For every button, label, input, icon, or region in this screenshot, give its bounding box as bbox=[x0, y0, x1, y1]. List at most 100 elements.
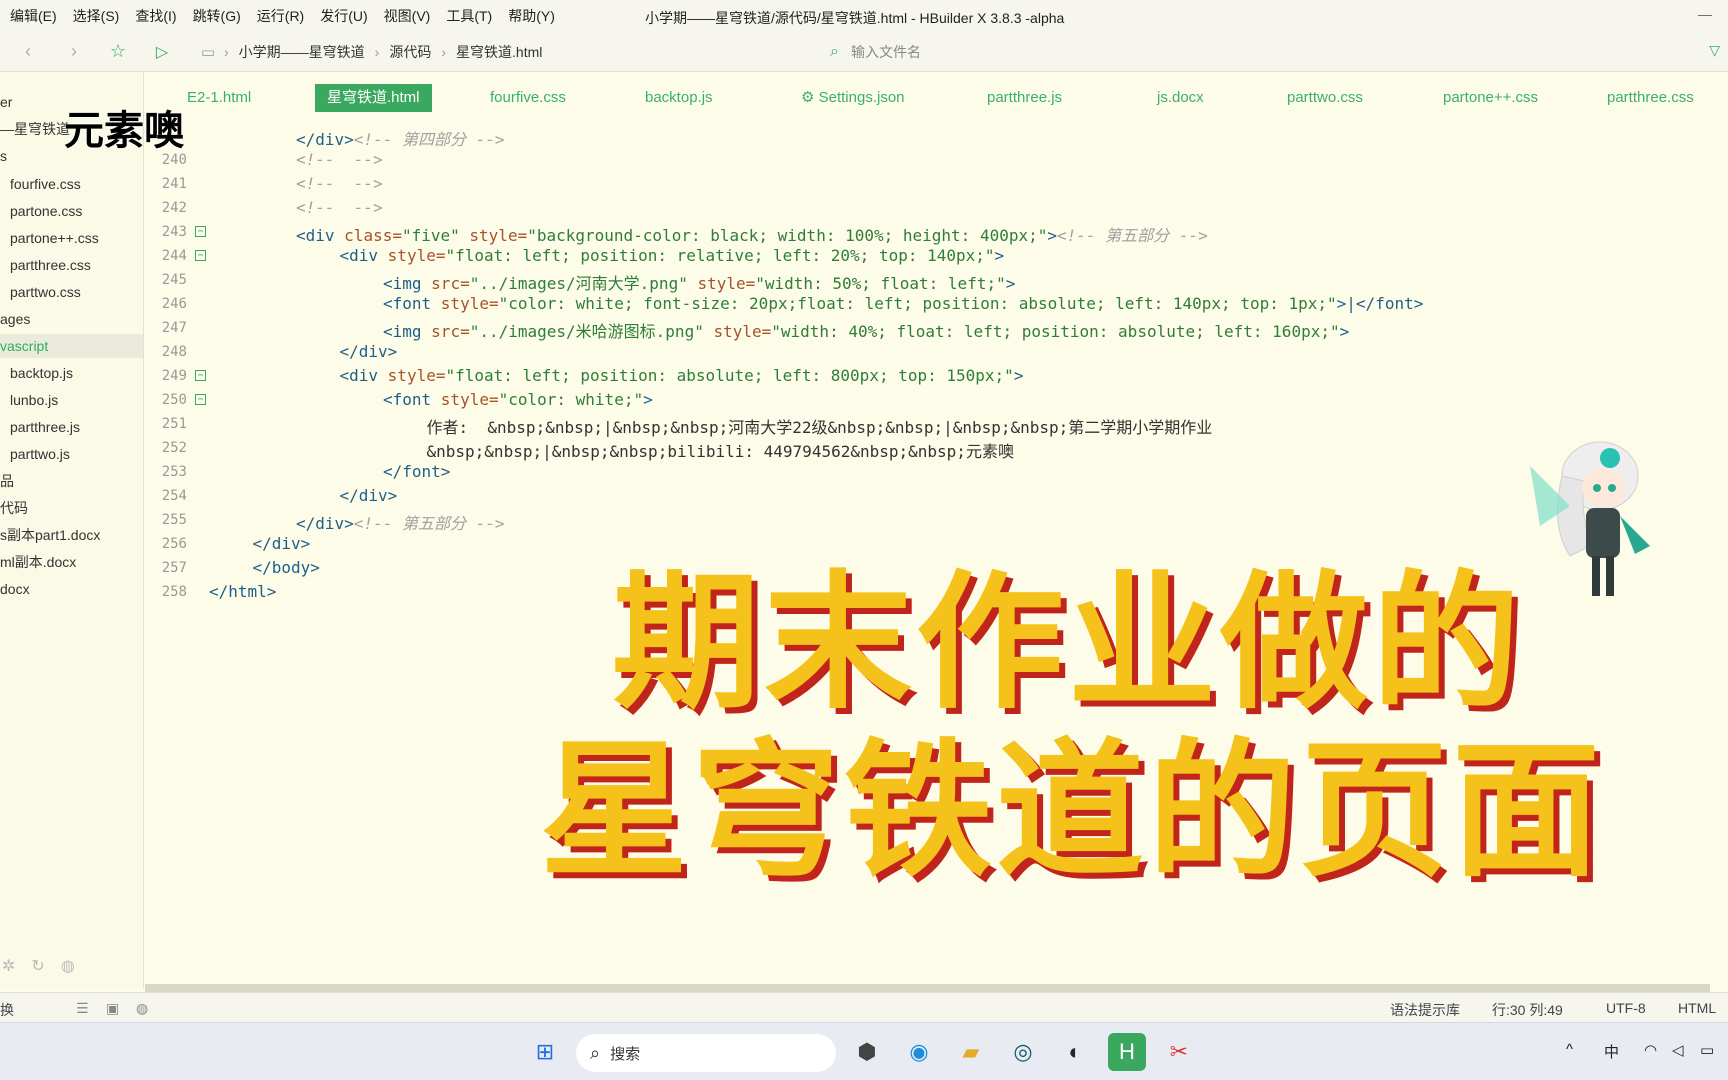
terminal-icon[interactable]: ▣ bbox=[106, 1000, 119, 1017]
editor-tab[interactable]: ⚙ Settings.json bbox=[789, 84, 917, 112]
editor-tab[interactable]: partthree.css bbox=[1595, 84, 1706, 112]
menu-item[interactable]: 选择(S) bbox=[65, 6, 128, 26]
sidebar-tree-item[interactable]: s bbox=[0, 144, 7, 168]
language-mode[interactable]: HTML bbox=[1678, 1000, 1716, 1016]
menu-item[interactable]: 运行(R) bbox=[249, 6, 312, 26]
volume-icon[interactable]: ◁ bbox=[1672, 1041, 1684, 1059]
breadcrumb-file[interactable]: 星穹铁道.html bbox=[456, 42, 542, 62]
sidebar-tree-item[interactable]: fourfive.css bbox=[0, 172, 81, 196]
editor-tab[interactable]: 星穹铁道.html bbox=[315, 84, 432, 112]
sidebar-tree-item[interactable]: docx bbox=[0, 577, 30, 601]
ime-indicator[interactable]: 中 bbox=[1604, 1041, 1619, 1062]
sidebar-tree-item[interactable]: er bbox=[0, 90, 12, 114]
steam-icon[interactable]: ◐ bbox=[1056, 1033, 1094, 1071]
sidebar-tree-item[interactable]: ages bbox=[0, 307, 30, 331]
globe-icon[interactable]: ◍ bbox=[61, 956, 75, 976]
taskbar-search[interactable]: ⌕ 搜索 bbox=[576, 1034, 836, 1072]
horizontal-scrollbar[interactable] bbox=[145, 984, 1710, 992]
edge-browser-icon[interactable]: ◉ bbox=[900, 1033, 938, 1071]
code-text[interactable]: <!-- --> bbox=[296, 198, 383, 217]
code-token: "width: 50%; float: left;" bbox=[755, 274, 1006, 293]
editor-tab[interactable]: backtop.js bbox=[633, 84, 725, 112]
app-ring-icon[interactable]: ◎ bbox=[1004, 1033, 1042, 1071]
code-text[interactable]: <div style="float: left; position: absol… bbox=[340, 366, 1024, 385]
editor-tab[interactable]: E2-1.html bbox=[175, 84, 263, 112]
sidebar-tree-item[interactable]: lunbo.js bbox=[0, 388, 58, 412]
sidebar-tree-item[interactable]: s副本part1.docx bbox=[0, 523, 100, 547]
forward-arrow-icon[interactable]: › bbox=[60, 38, 88, 66]
sidebar-tree-item[interactable]: partone++.css bbox=[0, 226, 99, 250]
sidebar-tree-item[interactable]: backtop.js bbox=[0, 361, 73, 385]
sidebar-tree-item[interactable]: parttwo.css bbox=[0, 280, 81, 304]
editor-tab[interactable]: js.docx bbox=[1145, 84, 1216, 112]
battery-icon[interactable]: ▭ bbox=[1700, 1041, 1714, 1059]
menu-item[interactable]: 查找(I) bbox=[127, 6, 184, 26]
editor-tab[interactable]: parttwo.css bbox=[1275, 84, 1375, 112]
menu-item[interactable]: 发行(U) bbox=[312, 6, 375, 26]
sidebar-tree-item[interactable]: 品 bbox=[0, 469, 14, 493]
code-text[interactable]: </div><!-- 第五部分 --> bbox=[296, 510, 505, 534]
editor-tab[interactable]: partthree.js bbox=[975, 84, 1074, 112]
code-line: 245 <img src="../images/河南大学.png" style="… bbox=[145, 268, 1728, 294]
menu-item[interactable]: 工具(T) bbox=[438, 6, 500, 26]
code-text[interactable]: <div class="five" style="background-colo… bbox=[296, 222, 1208, 246]
star-icon[interactable]: ☆ bbox=[104, 38, 132, 66]
outline-icon[interactable]: ☰ bbox=[76, 1000, 89, 1017]
file-explorer-icon[interactable]: ▰ bbox=[952, 1033, 990, 1071]
menu-item[interactable]: 视图(V) bbox=[376, 6, 439, 26]
browser-icon[interactable]: ◍ bbox=[136, 1000, 148, 1017]
file-search-input[interactable] bbox=[850, 44, 1451, 60]
refresh-icon[interactable]: ↻ bbox=[31, 956, 44, 976]
filter-icon[interactable]: ▽ bbox=[1709, 42, 1720, 59]
sidebar-tree-item[interactable]: vascript bbox=[0, 334, 143, 358]
sidebar-tree-item[interactable]: parttwo.js bbox=[0, 442, 70, 466]
menu-item[interactable]: 帮助(Y) bbox=[500, 6, 563, 26]
snipping-tool-icon[interactable]: ✂ bbox=[1160, 1033, 1198, 1071]
code-text[interactable]: &nbsp;&nbsp;|&nbsp;&nbsp;bilibili: 44979… bbox=[427, 438, 1014, 462]
wifi-icon[interactable]: ◠ bbox=[1644, 1041, 1657, 1059]
code-token: <!-- 第四部分 --> bbox=[353, 130, 505, 149]
code-text[interactable]: </div><!-- 第四部分 --> bbox=[296, 126, 505, 150]
breadcrumb-project[interactable]: 小学期——星穹铁道 bbox=[239, 42, 365, 62]
sidebar-tree-item[interactable]: ml副本.docx bbox=[0, 550, 76, 574]
code-text[interactable]: <!-- --> bbox=[296, 150, 383, 169]
fold-toggle-icon[interactable]: − bbox=[195, 226, 206, 237]
code-text[interactable]: <font style="color: white;"> bbox=[383, 390, 653, 409]
plugin-icon[interactable]: ✲ bbox=[2, 956, 15, 976]
hbuilder-icon[interactable]: H bbox=[1108, 1033, 1146, 1071]
code-text[interactable]: <!-- --> bbox=[296, 174, 383, 193]
breadcrumb-folder[interactable]: 源代码 bbox=[389, 42, 431, 62]
sidebar-tree-item[interactable]: partone.css bbox=[0, 199, 82, 223]
code-text[interactable]: </body> bbox=[253, 558, 320, 577]
code-text[interactable]: </font> bbox=[383, 462, 450, 481]
editor-tab[interactable]: fourfive.css bbox=[478, 84, 578, 112]
syntax-hint-library[interactable]: 语法提示库 bbox=[1390, 1000, 1460, 1020]
code-text[interactable]: <img src="../images/河南大学.png" style="wid… bbox=[383, 270, 1015, 294]
sidebar-tree-item[interactable]: partthree.css bbox=[0, 253, 91, 277]
minimize-button[interactable]: — bbox=[1698, 6, 1712, 22]
code-text[interactable]: </html> bbox=[209, 582, 276, 601]
fold-toggle-icon[interactable]: − bbox=[195, 250, 206, 261]
code-text[interactable]: </div> bbox=[340, 342, 398, 361]
code-text[interactable]: 作者: &nbsp;&nbsp;|&nbsp;&nbsp;河南大学22级&nbs… bbox=[427, 414, 1213, 438]
code-text[interactable]: </div> bbox=[340, 486, 398, 505]
back-arrow-icon[interactable]: ‹ bbox=[14, 38, 42, 66]
editor-tab[interactable]: partone++.css bbox=[1431, 84, 1550, 112]
code-text[interactable]: </div> bbox=[253, 534, 311, 553]
windows-start-icon[interactable]: ⊞ bbox=[526, 1033, 564, 1071]
menu-item[interactable]: 编辑(E) bbox=[2, 6, 65, 26]
app-cube-icon[interactable]: ⬢ bbox=[848, 1033, 886, 1071]
menu-item[interactable]: 跳转(G) bbox=[185, 6, 249, 26]
tray-expand-icon[interactable]: ^ bbox=[1566, 1041, 1573, 1058]
editor-tabs: E2-1.html 星穹铁道.html fourfive.css backtop.js… bbox=[145, 80, 1728, 116]
sidebar-tree-item[interactable]: partthree.js bbox=[0, 415, 80, 439]
sidebar-tree-item[interactable]: —星穹铁道 bbox=[0, 117, 70, 141]
code-text[interactable]: <div style="float: left; position: relat… bbox=[340, 246, 1005, 265]
run-icon[interactable]: ▷ bbox=[148, 38, 176, 66]
encoding[interactable]: UTF-8 bbox=[1606, 1000, 1646, 1016]
code-text[interactable]: <img src="../images/米哈游图标.png" style="wi… bbox=[383, 318, 1349, 342]
fold-toggle-icon[interactable]: − bbox=[195, 370, 206, 381]
sidebar-tree-item[interactable]: 代码 bbox=[0, 496, 28, 520]
code-text[interactable]: <font style="color: white; font-size: 20… bbox=[383, 294, 1423, 313]
fold-toggle-icon[interactable]: − bbox=[195, 394, 206, 405]
